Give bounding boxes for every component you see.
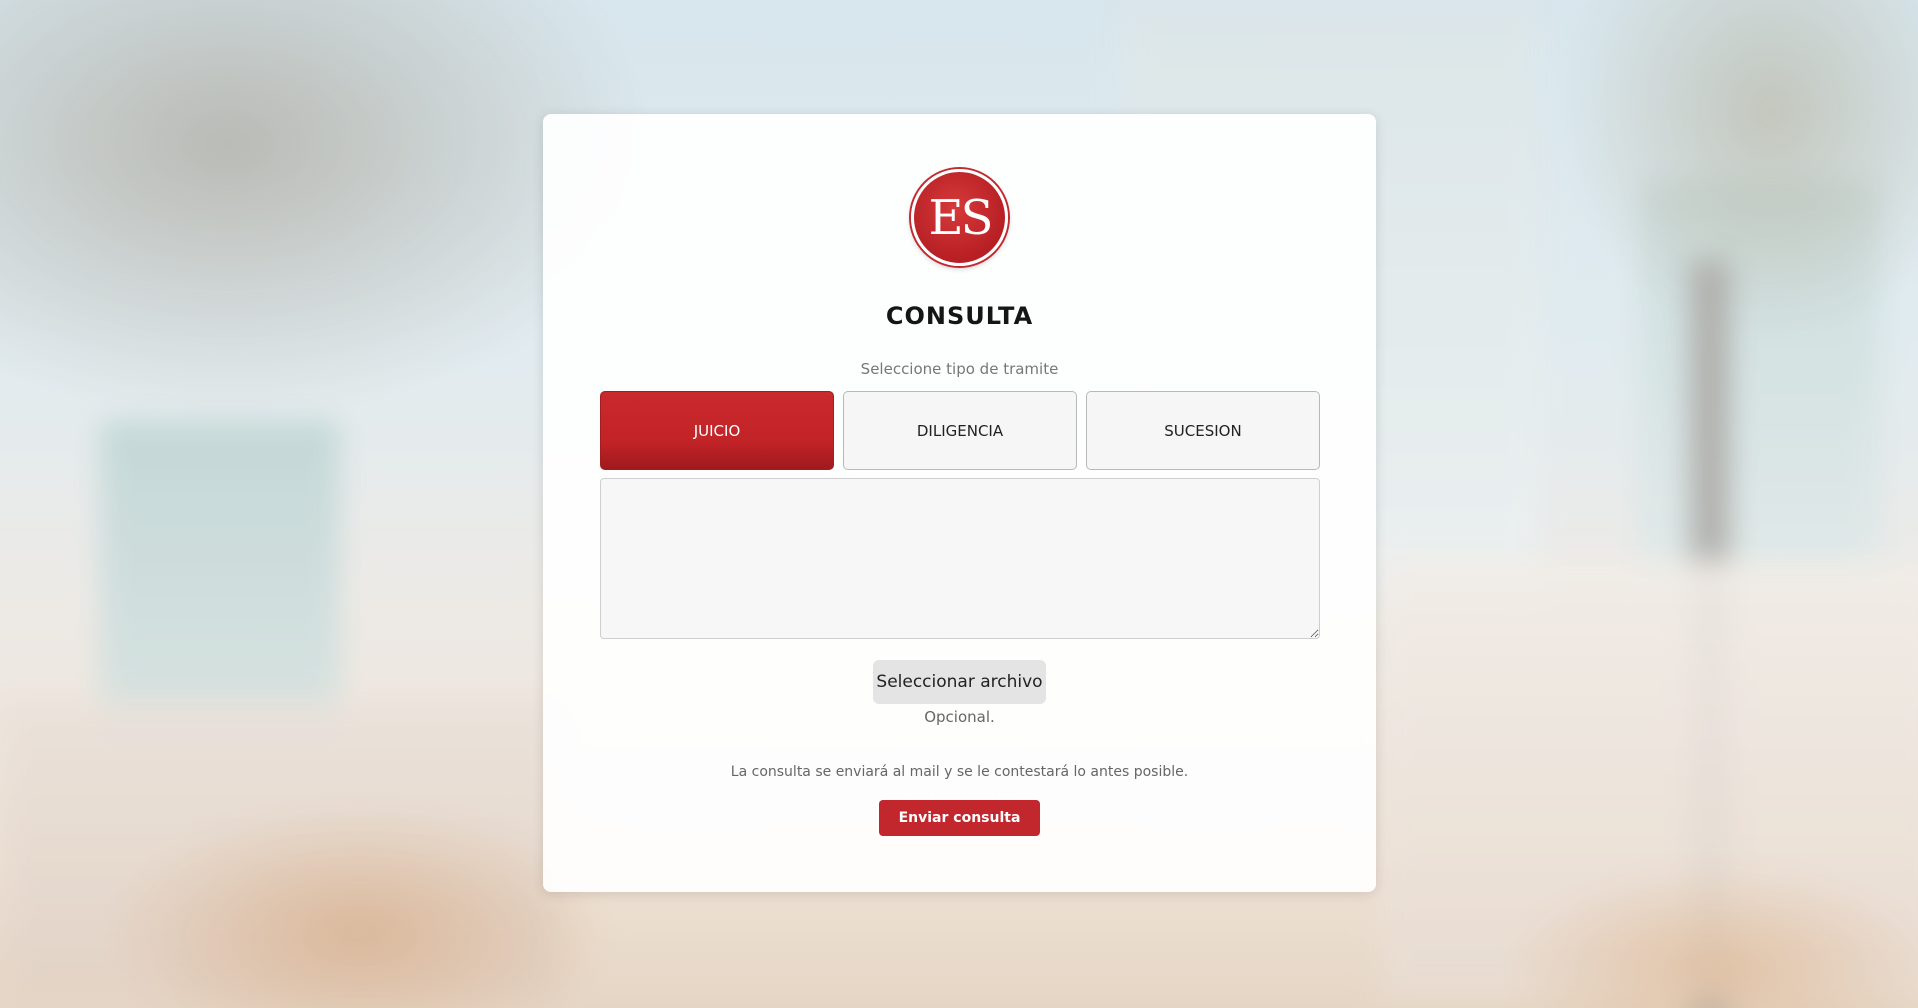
logo-icon: ES <box>911 169 1008 266</box>
message-textarea[interactable] <box>600 478 1320 639</box>
logo-text: ES <box>928 189 994 246</box>
type-button-diligencia[interactable]: DILIGENCIA <box>843 391 1077 470</box>
type-button-sucesion[interactable]: SUCESION <box>1086 391 1320 470</box>
file-optional-hint: Opcional. <box>924 708 995 726</box>
tramite-type-label: Seleccione tipo de tramite <box>860 360 1059 378</box>
submit-notice: La consulta se enviará al mail y se le c… <box>730 764 1189 780</box>
page-title: CONSULTA <box>885 302 1034 330</box>
type-button-juicio[interactable]: JUICIO <box>600 391 834 470</box>
consulta-card: ES CONSULTA Seleccione tipo de tramite J… <box>543 114 1376 892</box>
send-consulta-button[interactable]: Enviar consulta <box>879 800 1040 836</box>
select-file-button[interactable]: Seleccionar archivo <box>873 660 1046 704</box>
tramite-type-selector: JUICIO DILIGENCIA SUCESION <box>600 391 1320 471</box>
